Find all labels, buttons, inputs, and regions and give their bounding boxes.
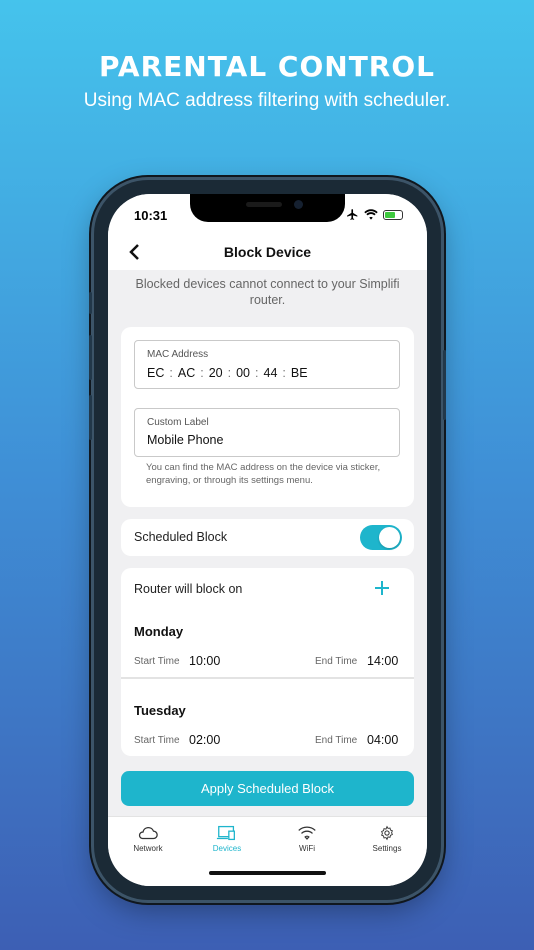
tab-label: Devices bbox=[212, 844, 242, 853]
start-time-value[interactable]: 10:00 bbox=[189, 654, 220, 668]
side-button-volume-down bbox=[89, 395, 92, 440]
status-time: 10:31 bbox=[134, 208, 168, 223]
promo-title: PARENTAL CONTROL bbox=[98, 50, 436, 83]
day-name: Monday bbox=[134, 624, 184, 639]
mac-hint-text: You can find the MAC address on the devi… bbox=[146, 462, 381, 486]
devices-icon bbox=[216, 825, 235, 841]
custom-label-input[interactable]: Mobile Phone bbox=[147, 433, 223, 447]
mac-segment-5[interactable]: 44 bbox=[264, 366, 278, 380]
end-time-label: End Time bbox=[315, 656, 358, 667]
side-button-volume-up bbox=[89, 335, 92, 380]
tab-label: Settings bbox=[372, 844, 402, 853]
end-time-value[interactable]: 04:00 bbox=[367, 733, 398, 747]
tab-wifi[interactable]: WiFi bbox=[267, 825, 347, 853]
page-title: Block Device bbox=[223, 244, 312, 260]
device-form-card: MAC Address EC : AC : 20 : 00 : 44 : BE … bbox=[121, 327, 414, 507]
mac-segment-6[interactable]: BE bbox=[291, 366, 308, 380]
speaker-grille bbox=[246, 202, 282, 207]
battery-charging-icon bbox=[383, 209, 403, 220]
tab-settings[interactable]: Settings bbox=[347, 825, 427, 853]
schedule-card: Router will block on Monday Start Time 1… bbox=[121, 568, 414, 756]
mac-segment-2[interactable]: AC bbox=[178, 366, 195, 380]
status-icons bbox=[346, 208, 403, 221]
mac-address-field[interactable]: MAC Address EC : AC : 20 : 00 : 44 : BE bbox=[134, 340, 400, 389]
scheduled-block-toggle[interactable] bbox=[360, 525, 402, 550]
scheduled-block-card: Scheduled Block bbox=[121, 519, 414, 556]
mac-separator: : bbox=[255, 366, 259, 380]
day-divider bbox=[121, 677, 414, 679]
intro-text: Blocked devices cannot connect to your S… bbox=[135, 277, 400, 307]
mac-segment-1[interactable]: EC bbox=[147, 366, 164, 380]
schedule-header: Router will block on bbox=[134, 582, 243, 596]
custom-label-field[interactable]: Custom Label Mobile Phone bbox=[134, 408, 400, 457]
scheduled-block-label: Scheduled Block bbox=[134, 530, 228, 544]
camera-lens bbox=[294, 200, 303, 209]
phone-frame: 10:31 Block Device Blocked devices canno… bbox=[89, 180, 446, 900]
start-time-label: Start Time bbox=[134, 735, 180, 746]
tab-label: WiFi bbox=[299, 844, 315, 853]
wifi-icon bbox=[298, 826, 316, 840]
start-time-value[interactable]: 02:00 bbox=[189, 733, 220, 747]
side-button-power bbox=[443, 350, 446, 420]
mac-segment-4[interactable]: 00 bbox=[236, 366, 250, 380]
phone-screen: 10:31 Block Device Blocked devices canno… bbox=[108, 194, 427, 886]
start-time-label: Start Time bbox=[134, 656, 180, 667]
wifi-icon bbox=[364, 208, 378, 220]
tab-devices[interactable]: Devices bbox=[187, 825, 267, 853]
side-button-silent bbox=[89, 292, 92, 314]
end-time-value[interactable]: 14:00 bbox=[367, 654, 398, 668]
tab-label: Network bbox=[133, 844, 163, 853]
tab-network[interactable]: Network bbox=[108, 825, 188, 853]
toggle-knob bbox=[379, 527, 400, 548]
mac-address-label: MAC Address bbox=[147, 349, 209, 360]
mac-separator: : bbox=[282, 366, 286, 380]
airplane-icon bbox=[347, 209, 358, 220]
cloud-icon bbox=[138, 827, 158, 840]
mac-separator: : bbox=[227, 366, 232, 380]
custom-label-label: Custom Label bbox=[147, 417, 209, 428]
mac-address-input[interactable]: EC : AC : 20 : 00 : 44 : BE bbox=[147, 366, 308, 380]
mac-separator: : bbox=[200, 366, 204, 380]
notch bbox=[190, 194, 345, 222]
apply-scheduled-block-button[interactable]: Apply Scheduled Block bbox=[121, 771, 414, 806]
end-time-label: End Time bbox=[315, 735, 358, 746]
nav-bar: Block Device bbox=[108, 234, 427, 270]
home-indicator bbox=[209, 871, 326, 875]
promo-subtitle: Using MAC address filtering with schedul… bbox=[83, 90, 451, 111]
mac-segment-3[interactable]: 20 bbox=[209, 366, 223, 380]
gear-icon bbox=[381, 825, 393, 841]
plus-icon[interactable] bbox=[374, 580, 390, 596]
tab-bar: Network Devices WiFi Settings bbox=[108, 816, 427, 886]
mac-separator: : bbox=[169, 366, 173, 380]
day-name: Tuesday bbox=[134, 703, 186, 718]
